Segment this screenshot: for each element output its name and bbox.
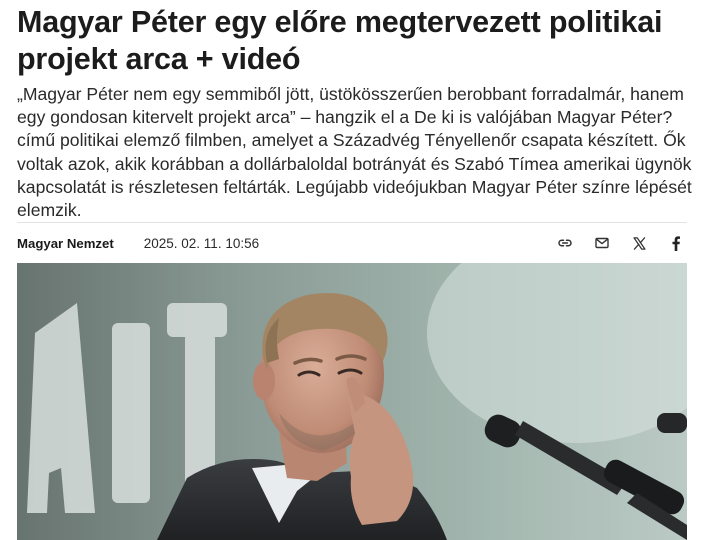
- article-lead: „Magyar Péter nem egy semmiből jött, üst…: [17, 84, 692, 221]
- article-meta: Magyar Nemzet 2025. 02. 11. 10:56: [17, 229, 687, 257]
- facebook-icon[interactable]: [665, 232, 687, 254]
- article: Magyar Péter egy előre megtervezett poli…: [0, 0, 704, 540]
- x-icon[interactable]: [628, 232, 650, 254]
- link-icon[interactable]: [554, 232, 576, 254]
- divider: [17, 222, 687, 223]
- author-link[interactable]: Magyar Nemzet: [17, 236, 114, 251]
- article-title: Magyar Péter egy előre megtervezett poli…: [17, 5, 663, 76]
- photo-illustration: [17, 263, 687, 540]
- mail-icon[interactable]: [591, 232, 613, 254]
- publish-date: 2025. 02. 11. 10:56: [143, 235, 260, 251]
- article-photo: [17, 263, 687, 540]
- share-bar: [539, 229, 687, 257]
